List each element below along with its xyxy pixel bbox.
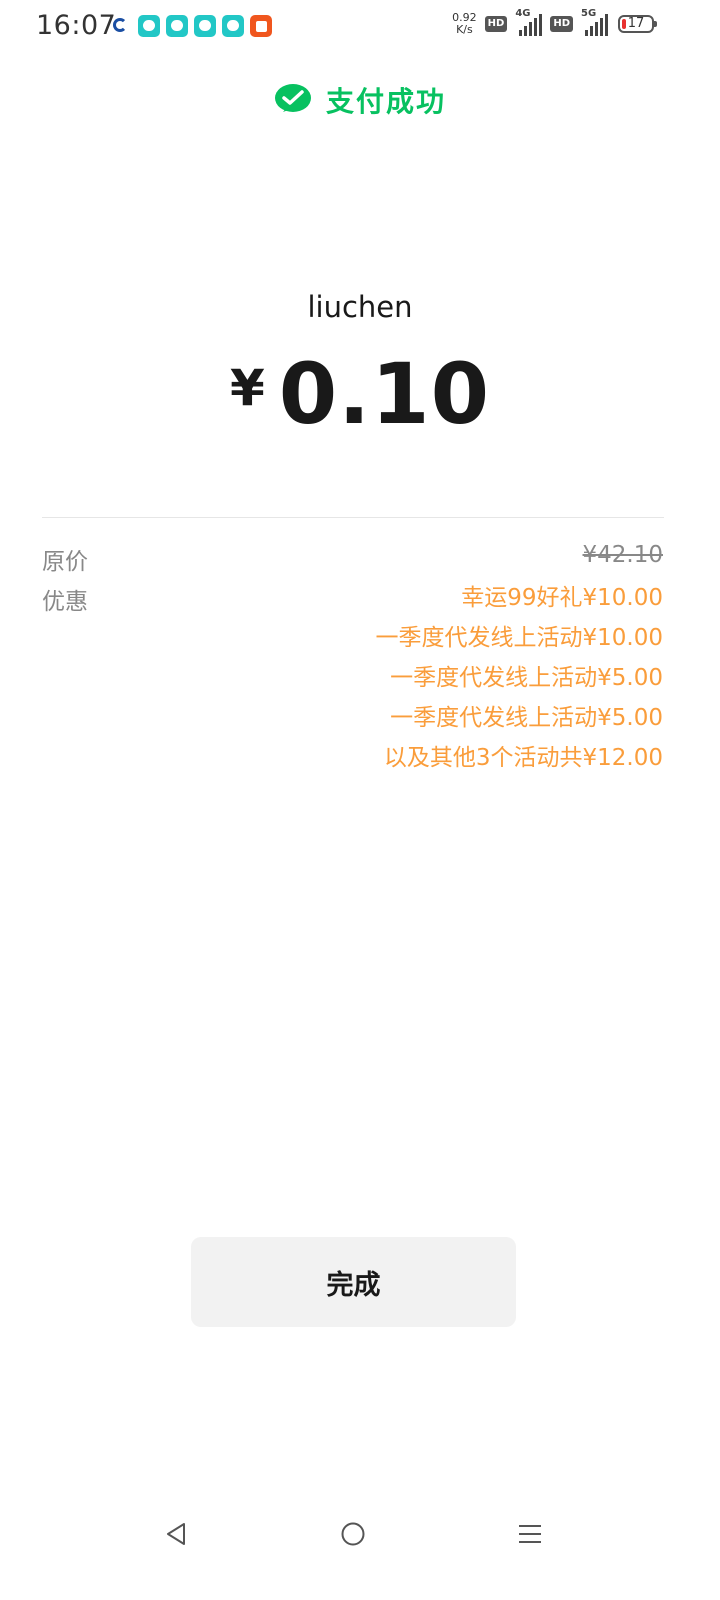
battery-level: 17 [627, 16, 645, 31]
network-speed: 0.92 K/s [452, 12, 477, 36]
payment-success-header: 支付成功 [0, 78, 720, 122]
discount-list: 幸运99好礼¥10.00 一季度代发线上活动¥10.00 一季度代发线上活动¥5… [376, 582, 663, 782]
back-triangle-icon [167, 1523, 185, 1545]
message-app-icon [166, 15, 188, 37]
original-price-value: ¥42.10 [582, 542, 663, 568]
discount-item: 一季度代发线上活动¥5.00 [390, 665, 663, 691]
recent-apps-button[interactable] [510, 1514, 550, 1554]
network-type-label: 4G [515, 8, 531, 19]
home-button[interactable] [333, 1514, 373, 1554]
message-app-icon [138, 15, 160, 37]
network-type-label: 5G [581, 8, 597, 19]
status-indicators: 0.92 K/s HD 4G HD 5G 17 [452, 8, 657, 36]
discount-item: 一季度代发线上活动¥5.00 [390, 705, 663, 731]
home-circle-icon [341, 1522, 365, 1546]
hd-badge: HD [550, 16, 573, 32]
notification-icons [110, 15, 272, 37]
battery-icon: 17 [618, 15, 657, 33]
back-button[interactable] [156, 1514, 196, 1554]
signal-5g-icon: 5G [581, 8, 608, 36]
bank-app-icon [110, 15, 132, 37]
original-price-label: 原价 [42, 549, 88, 575]
menu-lines-icon [519, 1525, 541, 1543]
merchant-name: liuchen [307, 290, 413, 324]
system-nav-bar [0, 1500, 720, 1570]
discount-label: 优惠 [42, 589, 88, 615]
divider [42, 517, 664, 518]
page-title: 支付成功 [325, 85, 446, 118]
status-time: 16:07 [36, 10, 117, 41]
discount-item: 以及其他3个活动共¥12.00 [383, 745, 663, 771]
wechat-pay-icon [274, 84, 311, 112]
currency-symbol: ¥ [229, 359, 265, 417]
payment-amount: ¥ 0.10 [0, 345, 720, 443]
hd-badge: HD [484, 16, 508, 32]
message-app-icon [194, 15, 216, 37]
discount-item: 幸运99好礼¥10.00 [461, 585, 663, 611]
signal-4g-icon: 4G [515, 8, 543, 36]
done-button[interactable]: 完成 [191, 1237, 516, 1327]
message-app-icon [222, 15, 244, 37]
network-speed-unit: K/s [456, 23, 473, 36]
status-bar: 16:07 0.92 K/s HD 4G HD 5G 17 [0, 0, 720, 54]
amount-value: 0.10 [278, 345, 491, 443]
discount-item: 一季度代发线上活动¥10.00 [375, 625, 663, 651]
payment-success-screen: 16:07 0.92 K/s HD 4G HD 5G 17 支付成功 liuch… [0, 0, 720, 1600]
video-app-icon [250, 15, 272, 37]
